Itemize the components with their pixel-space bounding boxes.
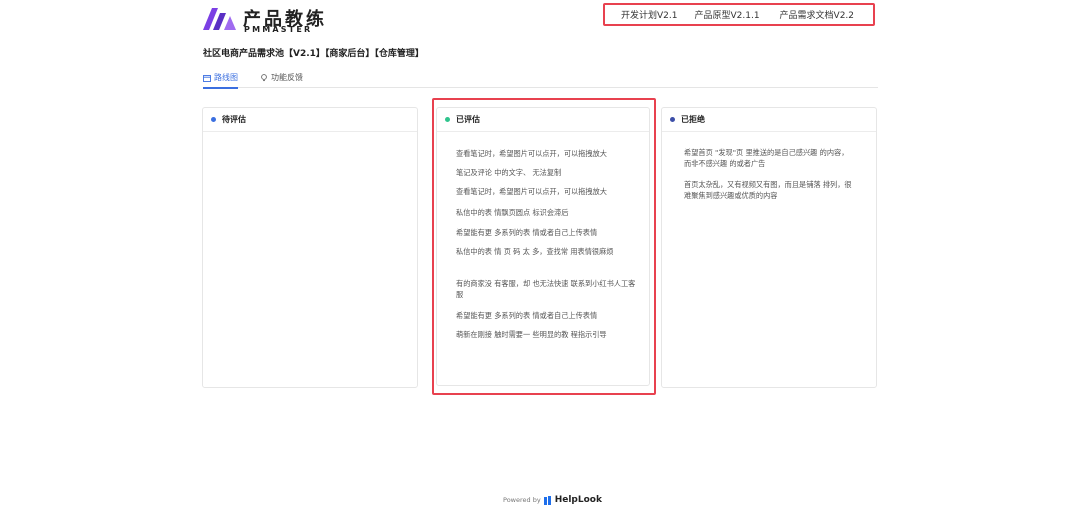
status-dot <box>670 117 675 122</box>
column-title: 已评估 <box>456 115 480 124</box>
logo-mark-icon <box>203 8 236 30</box>
nav-link-prototype[interactable]: 产品原型V2.1.1 <box>694 8 759 21</box>
logo[interactable]: 产品教练 PMMASTER <box>203 6 324 34</box>
list-item[interactable]: 有的商家没 有客服，却 也无法快速 联系到小红书人工客服 <box>456 278 636 300</box>
list-item[interactable]: 希望能有更 多系列的表 情或者自己上传表情 <box>456 310 636 321</box>
tab-feedback-label: 功能反馈 <box>271 73 303 82</box>
tab-roadmap-label: 路线图 <box>214 73 238 82</box>
column-rejected: 已拒绝 希望首页 "发现"页 里推送的是自己感兴趣 的内容，而非不感兴趣 的或者… <box>661 107 877 388</box>
column-header: 已评估 <box>437 108 649 132</box>
tab-roadmap[interactable]: 路线图 <box>203 72 238 89</box>
list-item[interactable]: 私信中的表 情 页 码 太 多，查找常 用表情很麻烦 <box>456 246 636 257</box>
list-item[interactable]: 萌新在刚接 触时需要一 些明显的教 程指示引导 <box>456 329 636 340</box>
helplook-logo-icon <box>543 495 551 505</box>
list-item[interactable]: 查看笔记时，希望图片可以点开，可以拖拽放大 <box>456 186 636 197</box>
calendar-icon <box>203 74 211 82</box>
column-header: 待评估 <box>203 108 417 132</box>
column-header: 已拒绝 <box>662 108 876 132</box>
tab-bar: 路线图 功能反馈 <box>203 68 878 89</box>
logo-subtext: PMMASTER <box>244 25 313 34</box>
list-item[interactable]: 查看笔记时，希望图片可以点开，可以拖拽放大 <box>456 148 636 159</box>
powered-by-footer[interactable]: Powered by HelpLook <box>503 495 602 505</box>
column-title: 已拒绝 <box>681 115 705 124</box>
page-title: 社区电商产品需求池【V2.1】【商家后台】【仓库管理】 <box>203 49 424 59</box>
status-dot <box>211 117 216 122</box>
list-item[interactable]: 希望能有更 多系列的表 情或者自己上传表情 <box>456 227 636 238</box>
column-evaluated: 已评估 查看笔记时，希望图片可以点开，可以拖拽放大 笔记及评论 中的文字、 无法… <box>436 107 650 386</box>
helplook-brand: HelpLook <box>554 495 602 505</box>
list-item[interactable]: 首页太杂乱，又有视频又有图，而且是铺落 排列，很难聚焦到感兴趣或优质的内容 <box>684 179 854 201</box>
nav-link-prd[interactable]: 产品需求文档V2.2 <box>780 8 854 21</box>
tab-feedback[interactable]: 功能反馈 <box>260 72 303 83</box>
list-item[interactable]: 私信中的表 情飘页圆点 标识会滞后 <box>456 207 636 218</box>
column-pending: 待评估 <box>202 107 418 388</box>
status-dot <box>445 117 450 122</box>
top-navigation: 开发计划V2.1 产品原型V2.1.1 产品需求文档V2.2 <box>603 3 875 26</box>
lightbulb-icon <box>261 73 267 81</box>
column-title: 待评估 <box>222 115 246 124</box>
list-item[interactable]: 笔记及评论 中的文字、 无法复制 <box>456 167 636 178</box>
list-item[interactable]: 希望首页 "发现"页 里推送的是自己感兴趣 的内容，而非不感兴趣 的或者广告 <box>684 147 854 169</box>
nav-link-dev-plan[interactable]: 开发计划V2.1 <box>621 8 677 21</box>
powered-by-text: Powered by <box>503 496 541 504</box>
